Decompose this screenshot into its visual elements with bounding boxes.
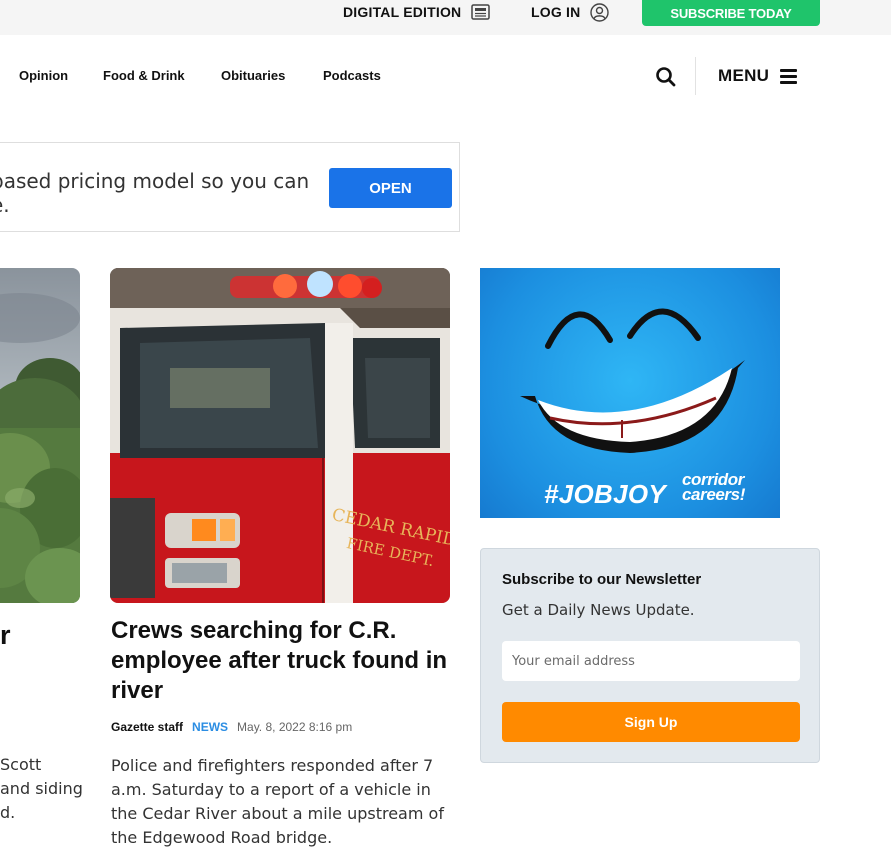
menu-label: MENU <box>718 66 770 85</box>
article-meta: Gazette staff NEWS May. 8, 2022 8:16 pm <box>111 720 352 734</box>
page: DIGITAL EDITION LOG IN SUBSCRIBE TODAY O… <box>0 0 891 856</box>
left-article-summary-fragment: and siding <box>0 779 83 798</box>
left-article-summary-fragment: d. <box>0 803 16 822</box>
hamburger-icon <box>780 69 798 84</box>
nav-link-podcasts[interactable]: Podcasts <box>323 68 381 83</box>
article-title[interactable]: Crews searching for C.R. employee after … <box>111 616 451 706</box>
jobjoy-hashtag: #JOBJOY <box>544 479 667 509</box>
left-article-image[interactable] <box>0 268 80 603</box>
utility-bar: DIGITAL EDITION LOG IN SUBSCRIBE TODAY <box>0 0 891 35</box>
nav-divider <box>695 57 696 95</box>
menu-button[interactable]: MENU <box>718 66 798 86</box>
nav-link-obituaries[interactable]: Obituaries <box>221 68 285 83</box>
newsletter-title: Subscribe to our Newsletter <box>502 571 702 588</box>
corridor-careers-logo: corridor careers! <box>682 471 770 504</box>
left-article-summary-fragment: Scott <box>0 755 42 774</box>
login-link[interactable]: LOG IN <box>531 0 610 24</box>
jobjoy-ad[interactable]: #JOBJOY corridor careers! <box>480 268 780 518</box>
ad-open-button[interactable]: OPEN <box>329 168 452 208</box>
ad-banner-text: based pricing model so you can e. <box>0 169 310 217</box>
article-date: May. 8, 2022 8:16 pm <box>237 720 353 734</box>
search-icon[interactable] <box>654 65 678 89</box>
digital-edition-label: DIGITAL EDITION <box>343 4 462 20</box>
nav-link-opinion[interactable]: Opinion <box>19 68 68 83</box>
newspaper-icon <box>471 4 491 20</box>
newsletter-widget: Subscribe to our Newsletter Get a Daily … <box>480 548 820 763</box>
article-image[interactable]: CEDAR RAPIDS FIRE DEPT. <box>110 268 450 603</box>
user-icon <box>590 2 610 22</box>
newsletter-subtitle: Get a Daily News Update. <box>502 601 695 619</box>
subscribe-button[interactable]: SUBSCRIBE TODAY <box>642 0 820 26</box>
article-summary: Police and firefighters responded after … <box>111 756 444 847</box>
newsletter-signup-button[interactable]: Sign Up <box>502 702 800 742</box>
nav-link-food-drink[interactable]: Food & Drink <box>103 68 185 83</box>
ad-banner[interactable]: based pricing model so you can e. OPEN <box>0 142 460 232</box>
article-category[interactable]: NEWS <box>192 720 228 734</box>
login-label: LOG IN <box>531 4 581 20</box>
digital-edition-link[interactable]: DIGITAL EDITION <box>343 0 491 24</box>
newsletter-email-input[interactable] <box>502 641 800 681</box>
left-article-title-fragment[interactable]: r <box>0 620 11 651</box>
article-author: Gazette staff <box>111 720 184 734</box>
main-nav: Opinion Food & Drink Obituaries Podcasts… <box>0 35 891 118</box>
corridor-careers-logo-line2: careers! <box>682 485 745 504</box>
